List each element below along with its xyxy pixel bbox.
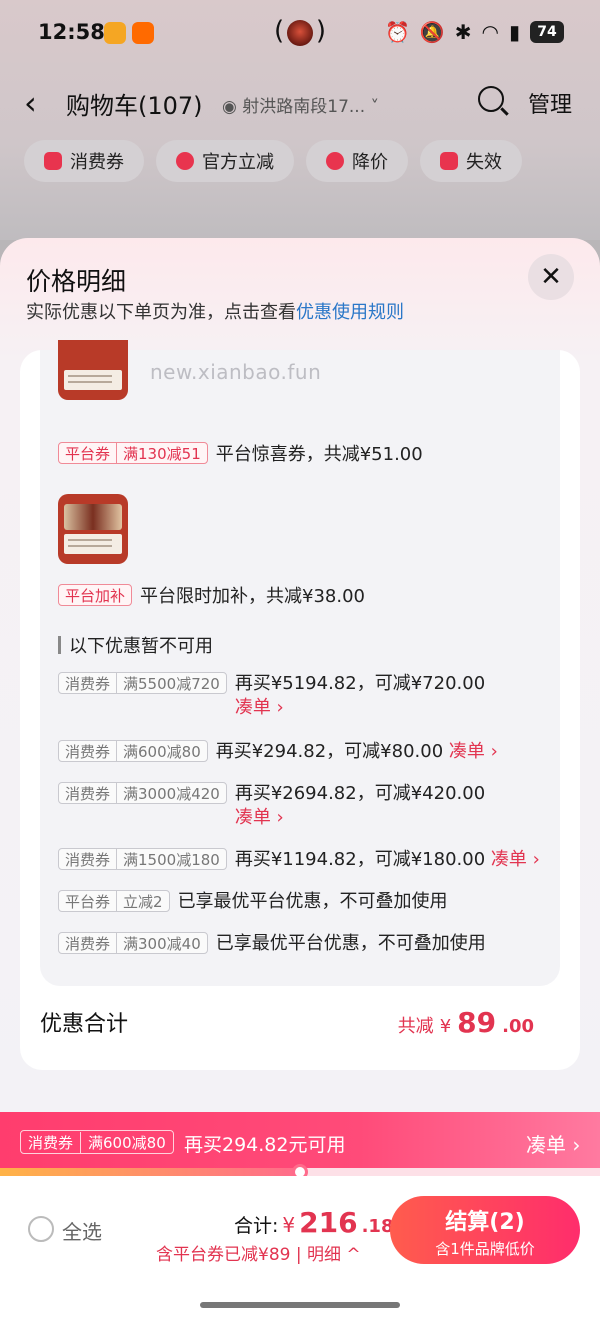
total-price: 合计: ¥216.18 bbox=[234, 1206, 394, 1239]
arrow-down-icon bbox=[326, 152, 344, 170]
coupon-tag: 平台券 满130减51 bbox=[58, 442, 208, 464]
add-items-button[interactable]: 凑单 › bbox=[526, 1129, 580, 1158]
watermark: new.xianbao.fun bbox=[150, 360, 322, 384]
cart-header: ‹ 购物车(107) ◉ 射洪路南段17... ˅ 管理 bbox=[0, 78, 600, 128]
unavailable-row: 消费券 满5500减720 再买¥5194.82，可减¥720.00 凑单 › bbox=[58, 672, 498, 720]
add-items-link[interactable]: 凑单 › bbox=[491, 849, 540, 870]
notification-app-icon bbox=[132, 22, 154, 44]
close-button[interactable]: ✕ bbox=[528, 254, 574, 300]
discount-row: 平台券 满130减51 平台惊喜券，共减¥51.00 bbox=[58, 440, 423, 466]
add-items-link[interactable]: 凑单 › bbox=[235, 697, 284, 718]
close-icon: ✕ bbox=[540, 262, 562, 292]
coupon-tag: 消费券 满1500减180 bbox=[58, 848, 227, 870]
select-all-label[interactable]: 全选 bbox=[62, 1216, 102, 1245]
detail-card: new.xianbao.fun 平台券 满130减51 平台惊喜券，共减¥51.0… bbox=[20, 340, 580, 1070]
coupon-icon bbox=[44, 152, 62, 170]
signal-icon: ▮ bbox=[508, 20, 520, 44]
unavailable-row: 消费券 满300减40 已享最优平台优惠，不可叠加使用 bbox=[58, 932, 486, 956]
coupon-tag: 平台券 立减2 bbox=[58, 890, 170, 912]
detail-toggle[interactable]: 含平台券已减¥89 | 明细 ^ bbox=[156, 1240, 361, 1265]
discount-row: 平台加补 平台限时加补，共减¥38.00 bbox=[58, 582, 365, 608]
unavailable-row: 消费券 满3000减420 再买¥2694.82，可减¥420.00 凑单 › bbox=[58, 782, 498, 830]
address-selector[interactable]: ◉ 射洪路南段17... ˅ bbox=[222, 92, 379, 117]
coupon-progress-bar bbox=[0, 1164, 600, 1180]
system-icons: ⏰ 🔕 ✱ ◠ ▮ 74 bbox=[385, 20, 564, 44]
price-detail-sheet: 价格明细 实际优惠以下单页为准，点击查看优惠使用规则 ✕ new.xianbao… bbox=[0, 238, 600, 1112]
checkout-bar: 全选 合计: ¥216.18 含平台券已减¥89 | 明细 ^ 结算(2) 含1… bbox=[0, 1176, 600, 1320]
product-thumbnail bbox=[58, 340, 128, 400]
battery-icon: 74 bbox=[530, 21, 564, 43]
add-items-link[interactable]: 凑单 › bbox=[235, 807, 284, 828]
clock: 12:58 bbox=[38, 20, 105, 44]
unavailable-row: 消费券 满1500减180 再买¥1194.82，可减¥180.00 凑单 › bbox=[58, 848, 540, 872]
coupon-tag: 消费券 满3000减420 bbox=[58, 782, 227, 804]
unavailable-row: 平台券 立减2 已享最优平台优惠，不可叠加使用 bbox=[58, 890, 448, 914]
notification-app-icon bbox=[104, 22, 126, 44]
home-indicator[interactable] bbox=[200, 1302, 400, 1308]
promo-text: 再买294.82元可用 bbox=[184, 1134, 346, 1156]
address-text: 射洪路南段17... bbox=[242, 97, 366, 117]
mute-icon: 🔕 bbox=[419, 20, 445, 44]
manage-button[interactable]: 管理 bbox=[528, 87, 572, 119]
chip-price-drop[interactable]: 降价 bbox=[306, 140, 408, 182]
rules-link[interactable]: 优惠使用规则 bbox=[296, 302, 404, 323]
summary-value: 共减 ¥89.00 bbox=[397, 1006, 534, 1039]
filter-chips: 消费券 官方立减 降价 失效 bbox=[24, 140, 522, 182]
back-icon[interactable]: ‹ bbox=[24, 84, 37, 122]
sheet-title: 价格明细 bbox=[26, 267, 127, 296]
unavailable-row: 消费券 满600减80 再买¥294.82，可减¥80.00 凑单 › bbox=[58, 740, 498, 764]
camera-badge: ( ) bbox=[274, 16, 326, 46]
lightning-icon bbox=[176, 152, 194, 170]
wifi-icon: ◠ bbox=[481, 20, 499, 44]
add-items-link[interactable]: 凑单 › bbox=[449, 741, 498, 762]
chip-official-discount[interactable]: 官方立减 bbox=[156, 140, 294, 182]
select-all-radio[interactable] bbox=[28, 1216, 54, 1242]
coupon-tag: 消费券 满300减40 bbox=[58, 932, 208, 954]
coupon-tag: 消费券 满600减80 bbox=[20, 1130, 174, 1154]
page-title: 购物车(107) bbox=[66, 92, 203, 120]
chip-coupon[interactable]: 消费券 bbox=[24, 140, 144, 182]
summary-label: 优惠合计 bbox=[40, 1012, 129, 1037]
status-bar: 12:58 ( ) ⏰ 🔕 ✱ ◠ ▮ 74 bbox=[0, 0, 600, 66]
subsidy-tag: 平台加补 bbox=[58, 584, 133, 606]
discount-list[interactable]: new.xianbao.fun 平台券 满130减51 平台惊喜券，共减¥51.0… bbox=[40, 340, 560, 986]
bluetooth-icon: ✱ bbox=[454, 20, 472, 44]
product-thumbnail bbox=[58, 494, 128, 564]
chip-expired[interactable]: 失效 bbox=[420, 140, 522, 182]
unavailable-heading: 以下优惠暂不可用 bbox=[58, 632, 213, 658]
coupon-tag: 消费券 满5500减720 bbox=[58, 672, 227, 694]
bag-icon bbox=[440, 152, 458, 170]
checkout-button[interactable]: 结算(2) 含1件品牌低价 bbox=[390, 1196, 580, 1264]
coupon-tag: 消费券 满600减80 bbox=[58, 740, 208, 762]
sheet-subtitle: 实际优惠以下单页为准，点击查看优惠使用规则 bbox=[26, 302, 404, 323]
search-icon[interactable] bbox=[478, 86, 504, 112]
alarm-icon: ⏰ bbox=[384, 20, 410, 44]
